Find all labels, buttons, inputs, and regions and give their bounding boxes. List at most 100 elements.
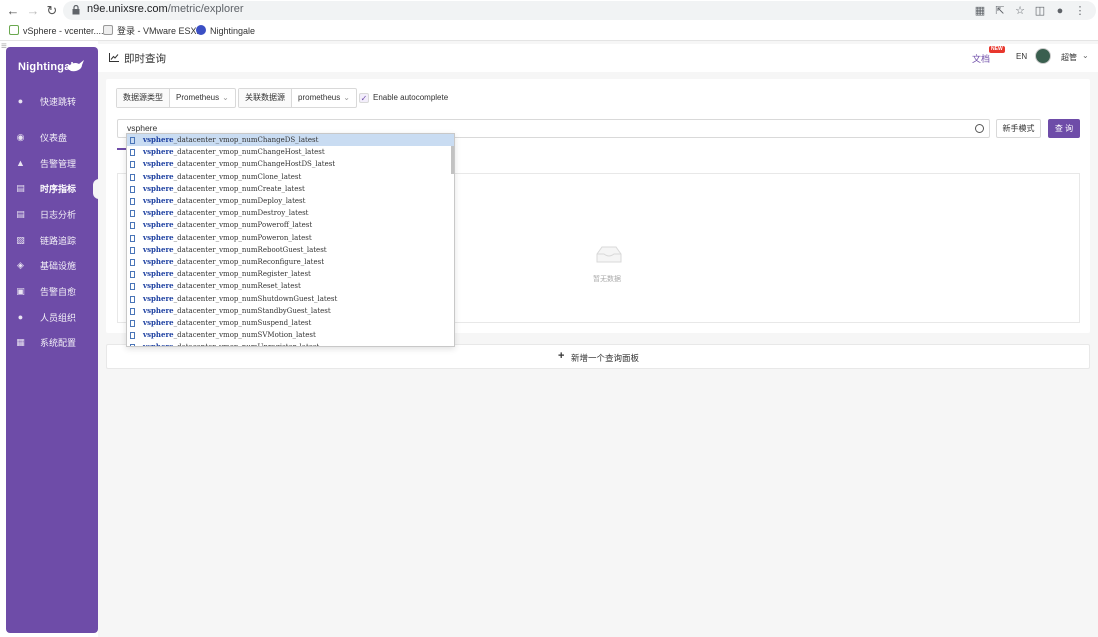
esxi-icon [103, 25, 113, 35]
user-menu[interactable]: 超管 [1061, 52, 1077, 63]
datasource-type-value[interactable]: Prometheus ⌄ [170, 89, 235, 107]
menu-icon[interactable]: ⋮ [1070, 3, 1090, 19]
new-badge: NEW [989, 46, 1005, 53]
bookmark-nightingale[interactable]: Nightingale [196, 23, 255, 39]
star-icon[interactable]: ☆ [1010, 3, 1030, 19]
avatar[interactable] [1035, 48, 1051, 64]
autocomplete-checkbox[interactable]: ✓ [359, 93, 369, 103]
autocomplete-item-label: vsphere_datacenter_vmop_numChangeDS_late… [143, 134, 318, 146]
sidebar-item-tracing[interactable]: ▧ 链路追踪 [6, 231, 98, 251]
autocomplete-match: vsphere [143, 220, 174, 230]
address-bar[interactable]: n9e.unixsre.com/metric/explorer ▦ ⇱ ☆ ◫ ● ⋮ [63, 1, 1096, 20]
metric-type-icon [130, 198, 135, 205]
datasource-type-select[interactable]: 数据源类型 Prometheus ⌄ [116, 88, 236, 108]
autocomplete-item[interactable]: vsphere_datacenter_vmop_numSVMotion_late… [127, 329, 454, 341]
autocomplete-item[interactable]: vsphere_datacenter_vmop_numRegister_late… [127, 268, 454, 280]
reload-icon[interactable]: ↻ [44, 3, 60, 19]
sidebar-item-settings[interactable]: ▦ 系统配置 [6, 333, 98, 353]
self-heal-icon: ▣ [16, 286, 25, 296]
datasource-value[interactable]: prometheus ⌄ [292, 89, 356, 107]
autocomplete-item[interactable]: vsphere_datacenter_vmop_numChangeDS_late… [127, 134, 454, 147]
autocomplete-item[interactable]: vsphere_datacenter_vmop_numStandbyGuest_… [127, 305, 454, 317]
autocomplete-item[interactable]: vsphere_datacenter_vmop_numChangeHost_la… [127, 146, 454, 158]
sidebar-item-logs[interactable]: ▤ 日志分析 [6, 205, 98, 225]
autocomplete-item[interactable]: vsphere_datacenter_vmop_numClone_latest [127, 171, 454, 183]
active-indicator [93, 179, 99, 199]
autocomplete-suffix: _datacenter_vmop_numReconfigure_latest [173, 258, 325, 266]
autocomplete-item[interactable]: vsphere_datacenter_vmop_numReset_latest [127, 280, 454, 292]
sidebar: Nightingale ● 快速跳转 ◉ 仪表盘 ▲ 告警管理 ▤ 时序指标 ▤ 日志分析… [6, 47, 99, 633]
autocomplete-suffix: _datacenter_vmop_numChangeHost_latest [173, 148, 325, 157]
sidepanel-icon[interactable]: ◫ [1030, 3, 1050, 19]
autocomplete-suffix: _datacenter_vmop_numReset_latest [173, 282, 301, 291]
user-icon: ● [17, 312, 24, 322]
promql-input-value: vsphere [127, 123, 158, 133]
empty-box-icon [596, 246, 622, 263]
autocomplete-suffix: _datacenter_vmop_numCreate_latest [173, 184, 305, 193]
metric-type-icon [130, 332, 135, 340]
metric-type-icon [130, 234, 135, 242]
autocomplete-match: vsphere [143, 330, 174, 340]
autocomplete-match: vsphere [143, 232, 174, 242]
translate-icon[interactable]: ▦ [970, 3, 990, 19]
datasource-select[interactable]: 关联数据源 prometheus ⌄ [238, 88, 357, 108]
add-query-panel-button[interactable]: + 新增一个查询面板 [106, 344, 1090, 369]
autocomplete-match: vsphere [143, 244, 174, 254]
settings-icon: ▦ [16, 337, 25, 347]
autocomplete-item[interactable]: vsphere_datacenter_vmop_numDeploy_latest [127, 195, 454, 207]
metric-type-icon [130, 173, 135, 181]
trace-icon: ▧ [16, 235, 25, 245]
beginner-mode-button[interactable]: 新手模式 [996, 119, 1041, 138]
autocomplete-item[interactable]: vsphere_datacenter_vmop_numSuspend_lates… [127, 317, 454, 329]
metric-type-icon [130, 320, 135, 327]
autocomplete-item[interactable]: vsphere_datacenter_vmop_numReconfigure_l… [127, 256, 454, 268]
metric-type-icon [130, 149, 135, 157]
sidebar-item-dashboard[interactable]: ◉ 仪表盘 [6, 128, 98, 148]
docs-link[interactable]: 文档 [972, 52, 990, 65]
sidebar-item-self-heal[interactable]: ▣ 告警自愈 [6, 282, 98, 302]
alarm-icon: ▲ [16, 158, 25, 168]
sidebar-item-users[interactable]: ● 人员组织 [6, 308, 98, 328]
sidebar-item-infra[interactable]: ◈ 基础设施 [6, 256, 98, 276]
autocomplete-item[interactable]: vsphere_datacenter_vmop_numCreate_latest [127, 183, 454, 195]
line-chart-icon [109, 53, 119, 62]
autocomplete-suffix: _datacenter_vmop_numChangeHostDS_latest [173, 160, 336, 169]
profile-icon[interactable]: ● [1050, 3, 1070, 19]
sidebar-item-alarm[interactable]: ▲ 告警管理 [6, 154, 98, 174]
autocomplete-suffix: _datacenter_vmop_numUnregister_latest [174, 343, 320, 346]
autocomplete-item[interactable]: vsphere_datacenter_vmop_numShutdownGuest… [127, 293, 454, 305]
sidebar-item-quick-jump[interactable]: ● 快速跳转 [6, 92, 98, 112]
autocomplete-item[interactable]: vsphere_datacenter_vmop_numPoweron_lates… [127, 232, 454, 244]
autocomplete-item[interactable]: vsphere_datacenter_vmop_numUnregister_la… [127, 341, 454, 347]
autocomplete-suffix: _datacenter_vmop_numRegister_latest [173, 270, 311, 279]
chart-icon: ▤ [16, 183, 25, 193]
bookmark-esxi[interactable]: 登录 - VMware ESXi [103, 23, 199, 39]
chevron-down-icon: ⌄ [222, 93, 229, 102]
back-icon[interactable]: ← [5, 3, 21, 19]
autocomplete-suffix: _datacenter_vmop_numPoweron_latest [173, 233, 312, 242]
autocomplete-suffix: _datacenter_vmop_numShutdownGuest_latest [173, 294, 338, 303]
autocomplete-item[interactable]: vsphere_datacenter_vmop_numRebootGuest_l… [127, 244, 454, 256]
address-row: ← → ↻ n9e.unixsre.com/metric/explorer ▦ ⇱… [0, 0, 1098, 21]
autocomplete-item[interactable]: vsphere_datacenter_vmop_numPoweroff_late… [127, 219, 454, 231]
query-button[interactable]: 查 询 [1048, 119, 1080, 138]
autocomplete-item[interactable]: vsphere_datacenter_vmop_numChangeHostDS_… [127, 158, 454, 170]
globe-icon[interactable] [975, 124, 984, 133]
forward-icon[interactable]: → [25, 3, 41, 19]
language-switch[interactable]: EN [1016, 52, 1027, 61]
share-icon[interactable]: ⇱ [990, 3, 1010, 19]
lock-icon [72, 5, 80, 15]
autocomplete-item-label: vsphere_datacenter_vmop_numRebootGuest_l… [143, 244, 327, 256]
chevron-down-icon[interactable]: ⌄ [1082, 51, 1089, 60]
empty-text: 暂无数据 [593, 276, 621, 283]
autocomplete-match: vsphere [143, 147, 174, 157]
autocomplete-match: vsphere [143, 342, 174, 347]
log-icon: ▤ [16, 209, 25, 219]
sidebar-item-metrics[interactable]: ▤ 时序指标 [6, 179, 99, 199]
bookmark-vsphere[interactable]: vSphere - vcenter.... [9, 23, 104, 39]
page-title: 即时查询 [124, 53, 166, 65]
autocomplete-match: vsphere [143, 281, 174, 291]
autocomplete-suffix: _datacenter_vmop_numSuspend_latest [173, 319, 312, 327]
autocomplete-item[interactable]: vsphere_datacenter_vmop_numDestroy_lates… [127, 207, 454, 219]
metric-type-icon [130, 222, 135, 230]
